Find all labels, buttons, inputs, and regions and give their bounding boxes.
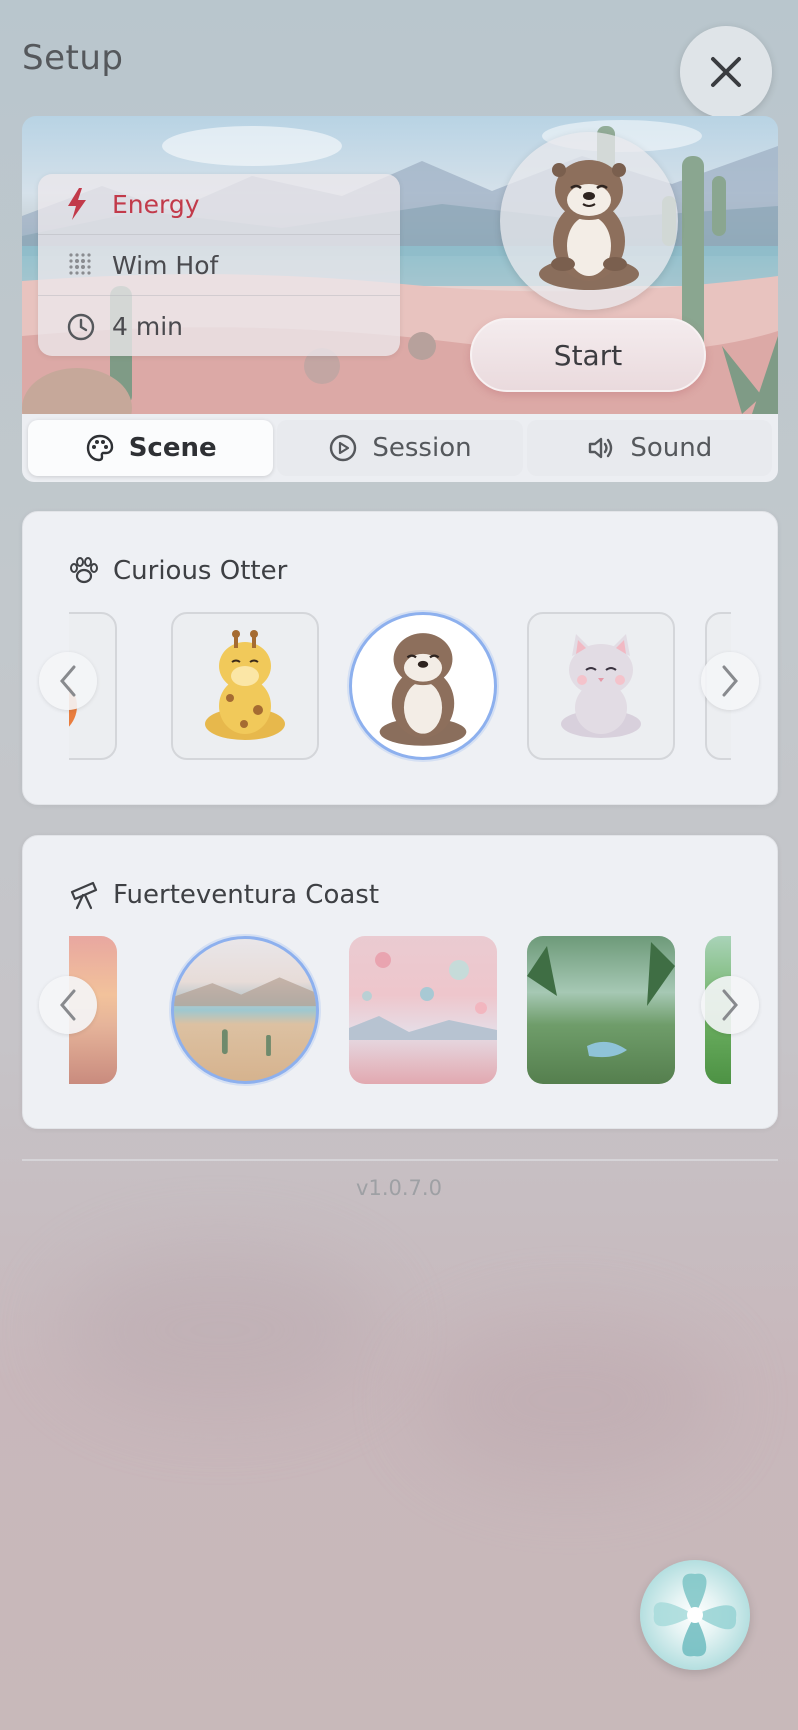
- scene-tile-pastel-planets[interactable]: [349, 936, 497, 1084]
- giraffe-icon: [205, 630, 285, 740]
- coast-thumbnail: [174, 977, 316, 1057]
- character-panel-header: Curious Otter: [69, 556, 287, 586]
- telescope-icon: [70, 881, 98, 910]
- session-summary-card: Energy Wim Hof 4 min: [38, 174, 400, 356]
- technique-row[interactable]: Wim Hof: [38, 235, 400, 296]
- tab-scene-label: Scene: [128, 433, 217, 463]
- page-title: Setup: [22, 38, 124, 78]
- chevron-left-icon: [60, 665, 76, 697]
- timer-icon: [66, 312, 102, 342]
- duration-row[interactable]: 4 min: [38, 296, 400, 357]
- speaker-icon: [589, 437, 613, 459]
- scene-next-button[interactable]: [701, 976, 759, 1034]
- chevron-left-icon: [60, 989, 76, 1021]
- otter-icon: [379, 633, 467, 746]
- app-version: v1.0.7.0: [356, 1176, 442, 1200]
- tab-sound-label: Sound: [630, 433, 713, 463]
- chevron-right-icon: [722, 665, 738, 697]
- close-button[interactable]: [680, 26, 772, 118]
- technique-label: Wim Hof: [112, 250, 219, 280]
- lightning-icon: [66, 188, 102, 220]
- orb-icon: [653, 1573, 737, 1657]
- intention-row[interactable]: Energy: [38, 174, 400, 235]
- paw-icon: [70, 557, 98, 584]
- tab-session[interactable]: Session: [277, 420, 523, 476]
- character-next-button[interactable]: [701, 652, 759, 710]
- palette-icon: [86, 434, 113, 462]
- setup-tabs: Scene Session Sound: [22, 414, 778, 482]
- character-tile-giraffe[interactable]: [171, 612, 319, 760]
- otter-icon: [539, 160, 639, 290]
- start-button[interactable]: Start: [470, 318, 706, 392]
- cat-icon: [561, 634, 641, 738]
- tab-sound[interactable]: Sound: [526, 420, 772, 476]
- background-blur: [60, 1250, 380, 1410]
- otter-avatar: [500, 132, 678, 310]
- character-prev-button[interactable]: [39, 652, 97, 710]
- assistant-orb-button[interactable]: [640, 1560, 750, 1670]
- footer-divider: [22, 1159, 778, 1161]
- character-tile-otter[interactable]: [349, 612, 497, 760]
- character-panel: Curious Otter: [22, 511, 778, 805]
- scene-tile-fuerteventura-coast[interactable]: [171, 936, 319, 1084]
- scene-prev-button[interactable]: [39, 976, 97, 1034]
- character-carousel: [69, 610, 731, 762]
- scene-panel-header: Fuerteventura Coast: [69, 880, 379, 910]
- duration-label: 4 min: [112, 312, 183, 341]
- tab-scene[interactable]: Scene: [28, 420, 274, 476]
- play-circle-icon: [330, 434, 357, 462]
- chevron-right-icon: [722, 989, 738, 1021]
- tab-session-label: Session: [372, 433, 472, 463]
- planets-thumbnail: [349, 952, 497, 1040]
- character-panel-title: Curious Otter: [113, 556, 288, 586]
- intention-label: Energy: [112, 189, 200, 219]
- dots-grid-icon: [66, 250, 102, 280]
- character-tile-cat[interactable]: [527, 612, 675, 760]
- scene-panel-title: Fuerteventura Coast: [113, 880, 380, 910]
- valley-thumbnail: [527, 942, 675, 1058]
- scene-panel: Fuerteventura Coast: [22, 835, 778, 1129]
- close-icon: [711, 57, 741, 87]
- background-blur: [420, 1320, 720, 1480]
- scene-tile-green-valley[interactable]: [527, 936, 675, 1084]
- scene-carousel: [69, 934, 731, 1086]
